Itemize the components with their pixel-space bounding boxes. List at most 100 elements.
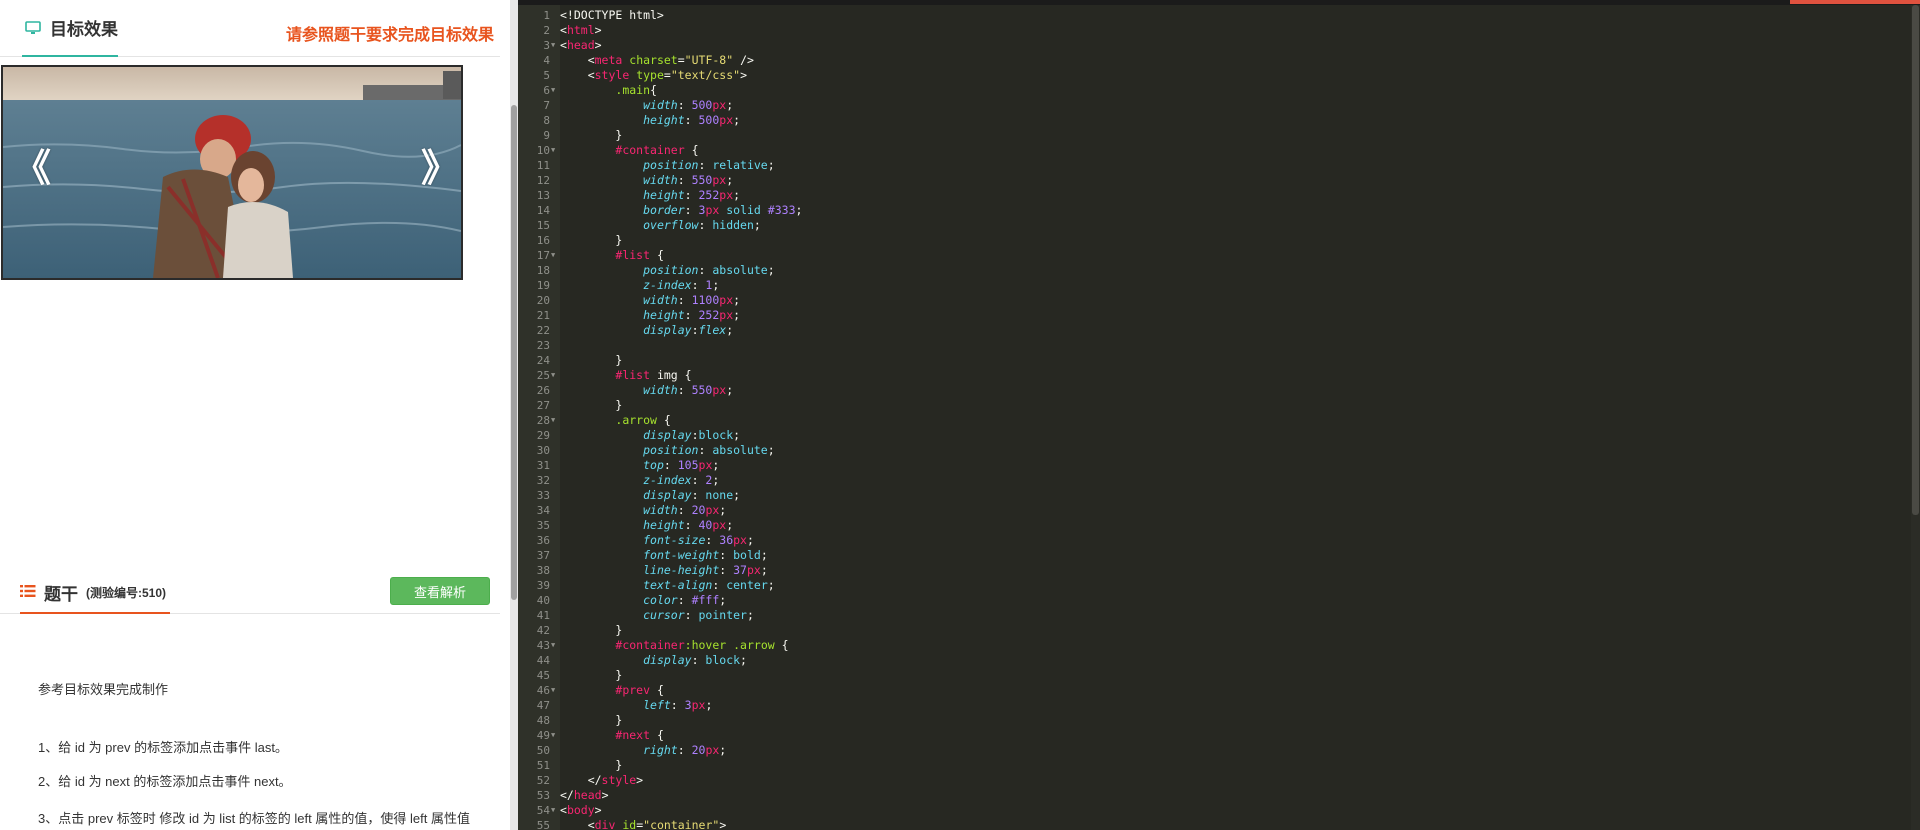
code-line[interactable]: 42 }: [537, 623, 1900, 638]
code-token: html: [566, 23, 595, 37]
code-token: :: [677, 173, 692, 187]
code-line[interactable]: 37 font-weight: bold;: [537, 548, 1900, 563]
code-line[interactable]: 15 overflow: hidden;: [537, 218, 1900, 233]
fold-toggle-icon[interactable]: ▼: [551, 368, 555, 383]
code-line[interactable]: 13 height: 252px;: [537, 188, 1900, 203]
code-line[interactable]: 32 z-index: 2;: [537, 473, 1900, 488]
code-token: ;: [726, 323, 734, 337]
line-number: 25: [536, 369, 550, 382]
panel-splitter[interactable]: [510, 0, 518, 830]
code-line[interactable]: 2 <html>: [543, 23, 1900, 38]
fold-toggle-icon[interactable]: ▼: [551, 83, 555, 98]
code-line[interactable]: 52 </style>: [537, 773, 1900, 788]
code-token: display: [643, 653, 692, 667]
code-line[interactable]: 11 position: relative;: [537, 158, 1900, 173]
tab-target-effect[interactable]: 目标效果: [22, 0, 118, 57]
code-line[interactable]: 16 }: [537, 233, 1900, 248]
code-line[interactable]: 1 <!DOCTYPE html>: [543, 8, 1900, 23]
code-token: px: [705, 503, 720, 517]
code-token: {: [650, 728, 664, 742]
code-line[interactable]: 25 ▼ #list img {: [537, 368, 1900, 383]
code-line[interactable]: 51 }: [537, 758, 1900, 773]
code-token: width: [643, 503, 678, 517]
code-line[interactable]: 40 color: #fff;: [537, 593, 1900, 608]
code-token: ;: [705, 698, 713, 712]
view-analysis-button[interactable]: 查看解析: [390, 577, 490, 605]
code-line[interactable]: 39 text-align: center;: [537, 578, 1900, 593]
editor-scrollbar-thumb[interactable]: [1912, 5, 1919, 515]
code-line[interactable]: 7 width: 500px;: [543, 98, 1900, 113]
code-line[interactable]: 4 <meta charset="UTF-8" />: [543, 53, 1900, 68]
code-line[interactable]: 5 <style type="text/css">: [543, 68, 1900, 83]
code-line[interactable]: 19 z-index: 1;: [537, 278, 1900, 293]
fold-toggle-icon[interactable]: ▼: [551, 728, 555, 743]
line-number: 34: [536, 504, 550, 517]
code-line[interactable]: 30 position: absolute;: [537, 443, 1900, 458]
fold-toggle-icon[interactable]: ▼: [551, 143, 555, 158]
fold-toggle-icon[interactable]: ▼: [551, 38, 555, 53]
code-line[interactable]: 27 }: [537, 398, 1900, 413]
code-token: display: [643, 488, 692, 502]
code-line[interactable]: 44 display: block;: [537, 653, 1900, 668]
code-area[interactable]: 1 <!DOCTYPE html> 2 <html> 3 ▼ <head> 4 <meta c…: [537, 5, 1900, 830]
code-line[interactable]: 43 ▼ #container:hover .arrow {: [537, 638, 1900, 653]
fold-toggle-icon[interactable]: ▼: [551, 683, 555, 698]
code-line[interactable]: 28 ▼ .arrow {: [537, 413, 1900, 428]
code-line[interactable]: 47 left: 3px;: [537, 698, 1900, 713]
code-text: z-index: 1;: [560, 278, 719, 293]
code-line[interactable]: 48 }: [537, 713, 1900, 728]
code-token: height: [643, 188, 685, 202]
code-line[interactable]: 49 ▼ #next {: [537, 728, 1900, 743]
code-line[interactable]: 10 ▼ #container {: [537, 143, 1900, 158]
code-line[interactable]: 22 display:flex;: [537, 323, 1900, 338]
code-text: width: 550px;: [560, 173, 733, 188]
code-line[interactable]: 3 ▼ <head>: [543, 38, 1900, 53]
code-line[interactable]: 24 }: [537, 353, 1900, 368]
code-line[interactable]: 17 ▼ #list {: [537, 248, 1900, 263]
fold-toggle-icon[interactable]: ▼: [551, 803, 555, 818]
code-line[interactable]: 8 height: 500px;: [543, 113, 1900, 128]
fold-toggle-icon[interactable]: ▼: [551, 248, 555, 263]
line-number: 19: [536, 279, 550, 292]
code-line[interactable]: 53 </head>: [537, 788, 1900, 803]
code-line[interactable]: 46 ▼ #prev {: [537, 683, 1900, 698]
code-line[interactable]: 50 right: 20px;: [537, 743, 1900, 758]
code-editor[interactable]: 1 <!DOCTYPE html> 2 <html> 3 ▼ <head> 4 <meta c…: [518, 0, 1920, 830]
code-line[interactable]: 54 ▼ <body>: [537, 803, 1900, 818]
code-line[interactable]: 9 }: [543, 128, 1900, 143]
fold-toggle-icon[interactable]: ▼: [551, 413, 555, 428]
code-line[interactable]: 14 border: 3px solid #333;: [537, 203, 1900, 218]
code-line[interactable]: 23: [537, 338, 1900, 353]
code-line[interactable]: 12 width: 550px;: [537, 173, 1900, 188]
code-token: {: [650, 248, 664, 262]
code-token: }: [560, 758, 623, 772]
code-line[interactable]: 31 top: 105px;: [537, 458, 1900, 473]
editor-scrollbar[interactable]: [1911, 5, 1920, 830]
code-line[interactable]: 18 position: absolute;: [537, 263, 1900, 278]
code-line[interactable]: 20 width: 1100px;: [537, 293, 1900, 308]
code-line[interactable]: 38 line-height: 37px;: [537, 563, 1900, 578]
code-line[interactable]: 36 font-size: 36px;: [537, 533, 1900, 548]
code-line[interactable]: 35 height: 40px;: [537, 518, 1900, 533]
code-token: {: [650, 83, 657, 97]
question-line: 参考目标效果完成制作: [38, 682, 169, 697]
tab-question[interactable]: 题干 (测验编号:510): [20, 572, 170, 614]
code-line[interactable]: 21 height: 252px;: [537, 308, 1900, 323]
code-line[interactable]: 33 display: none;: [537, 488, 1900, 503]
code-line[interactable]: 55 <div id="container">: [537, 818, 1900, 830]
splitter-grip[interactable]: [511, 105, 517, 600]
code-token: .main: [615, 83, 651, 97]
fold-toggle-icon[interactable]: ▼: [551, 638, 555, 653]
code-token: :: [691, 653, 706, 667]
code-line[interactable]: 6 ▼ .main{: [543, 83, 1900, 98]
code-line[interactable]: 34 width: 20px;: [537, 503, 1900, 518]
next-arrow-button[interactable]: 》: [421, 149, 459, 193]
code-line[interactable]: 26 width: 550px;: [537, 383, 1900, 398]
code-line[interactable]: 29 display:block;: [537, 428, 1900, 443]
code-line[interactable]: 41 cursor: pointer;: [537, 608, 1900, 623]
prev-arrow-button[interactable]: 《: [13, 149, 51, 193]
code-token: px: [712, 383, 727, 397]
code-line[interactable]: 45 }: [537, 668, 1900, 683]
